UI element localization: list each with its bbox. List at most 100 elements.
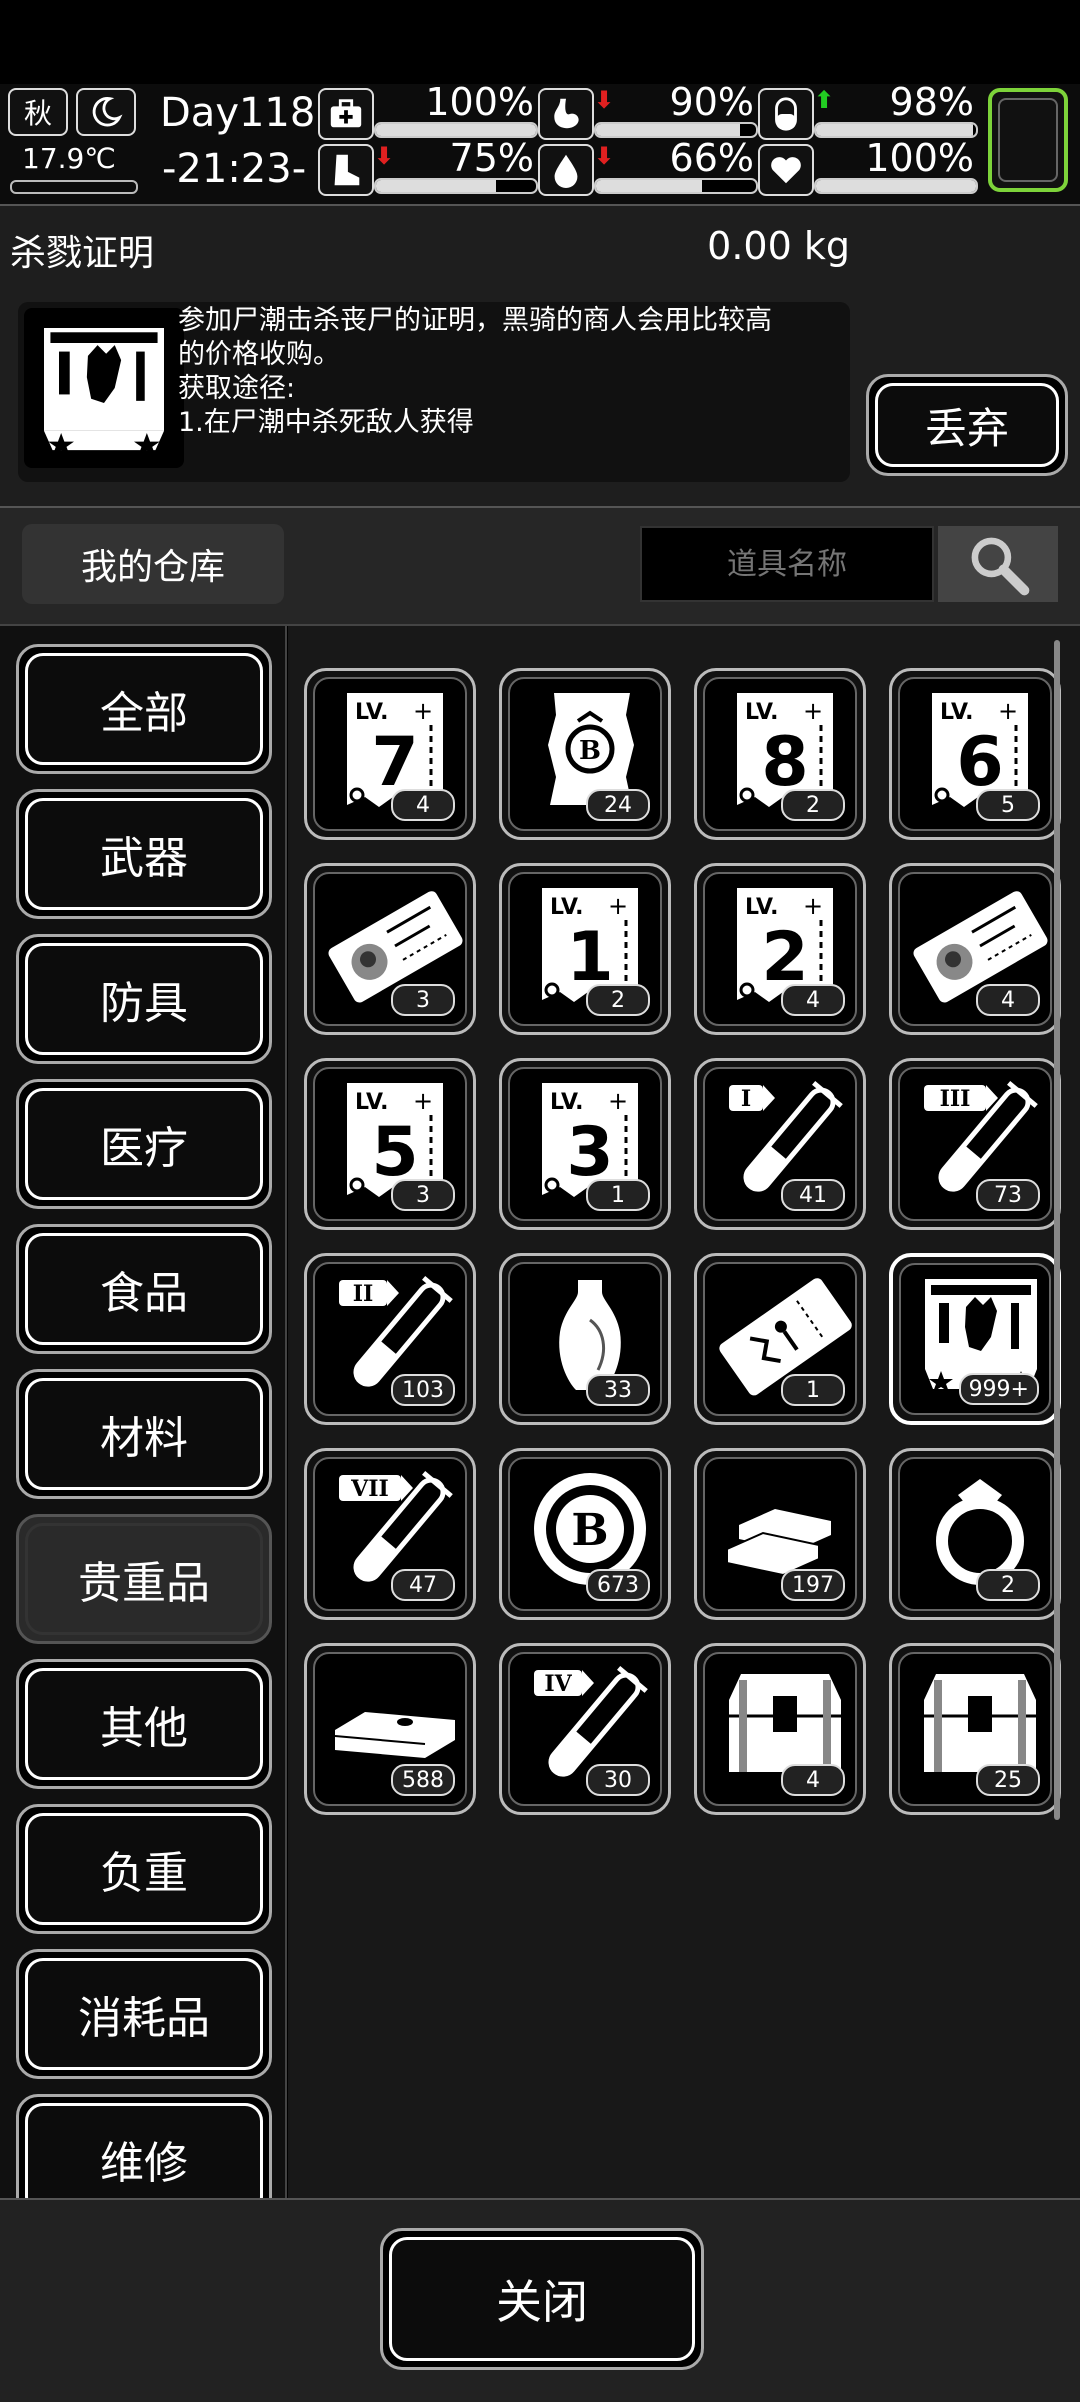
water-drop-icon <box>538 144 594 196</box>
item-detail-panel: 杀戮证明 0.00 kg 参加尸潮击杀丧尸的证明，黑骑的商人会用比较高 的价格收… <box>0 204 1080 508</box>
item-count: 5 <box>976 789 1040 821</box>
item-count: 1 <box>586 1179 650 1211</box>
clock: -21:23- <box>162 146 307 192</box>
category-tab[interactable]: 材料 <box>16 1369 272 1499</box>
item-count: 47 <box>391 1569 455 1601</box>
svg-text:+: + <box>608 892 628 920</box>
item-slot-ticket-face[interactable]: 4 <box>889 863 1061 1035</box>
item-count: 4 <box>781 1764 845 1796</box>
item-count: 4 <box>781 984 845 1016</box>
item-count: 4 <box>391 789 455 821</box>
item-slot-test-tube[interactable]: III 73 <box>889 1058 1061 1230</box>
stat-percent: 75% <box>449 136 534 180</box>
svg-text:+: + <box>803 697 823 725</box>
category-label: 武器 <box>25 798 263 910</box>
item-slot-frame: 2 <box>898 1457 1052 1611</box>
item-slot-chest[interactable]: 4 <box>694 1643 866 1815</box>
category-tab[interactable]: 食品 <box>16 1224 272 1354</box>
category-tab[interactable]: 全部 <box>16 644 272 774</box>
category-label: 消耗品 <box>25 1958 263 2070</box>
item-slot-vase[interactable]: 33 <box>499 1253 671 1425</box>
season-badge: 秋 <box>8 88 68 136</box>
stat-percent: 90% <box>669 80 754 124</box>
item-slot-test-tube[interactable]: II 103 <box>304 1253 476 1425</box>
item-count: 2 <box>976 1569 1040 1601</box>
svg-text:+: + <box>608 1087 628 1115</box>
item-slot-test-tube[interactable]: VII 47 <box>304 1448 476 1620</box>
item-slot-lv-scroll[interactable]: LV. +6 5 <box>889 668 1061 840</box>
svg-text:VII: VII <box>350 1476 389 1502</box>
item-slot-frame: 25 <box>898 1652 1052 1806</box>
item-count: 999+ <box>958 1373 1039 1405</box>
item-slot-lv-scroll[interactable]: LV. +3 1 <box>499 1058 671 1230</box>
pill-icon <box>758 88 814 140</box>
item-slot-frame: LV. +6 5 <box>898 677 1052 831</box>
item-slot-frame: LV. +2 4 <box>703 872 857 1026</box>
category-tab[interactable]: 武器 <box>16 789 272 919</box>
discard-button[interactable]: 丢弃 <box>866 374 1068 476</box>
svg-text:LV.: LV. <box>550 1090 584 1115</box>
bottom-bar: 关闭 <box>0 2198 1080 2402</box>
category-tab[interactable]: 消耗品 <box>16 1949 272 2079</box>
item-slot-lv-scroll[interactable]: LV. +5 3 <box>304 1058 476 1230</box>
item-slot-coin[interactable]: B 673 <box>499 1448 671 1620</box>
equipment-slot[interactable] <box>988 88 1068 192</box>
item-slot-cash[interactable]: 588 <box>304 1643 476 1815</box>
category-sidebar: 全部 武器 防具 医疗 食品 材料 贵重品 其他 负重 消耗品 维修 <box>0 626 287 2224</box>
item-slot-frame: 999+ <box>899 1263 1051 1415</box>
category-tab[interactable]: 其他 <box>16 1659 272 1789</box>
stat-bar-fill <box>376 180 496 192</box>
item-slot-frame: IV 30 <box>508 1652 662 1806</box>
svg-text:+: + <box>998 697 1018 725</box>
item-slot-frame: B 24 <box>508 677 662 831</box>
item-name: 杀戮证明 <box>10 233 155 274</box>
item-slot-frame: III 73 <box>898 1067 1052 1221</box>
item-count: 25 <box>976 1764 1040 1796</box>
category-label: 医疗 <box>25 1088 263 1200</box>
category-tab[interactable]: 负重 <box>16 1804 272 1934</box>
item-slot-test-tube[interactable]: I 41 <box>694 1058 866 1230</box>
close-label: 关闭 <box>389 2237 695 2361</box>
item-slot-frame: B 673 <box>508 1457 662 1611</box>
item-slot-frame: LV. +5 3 <box>313 1067 467 1221</box>
search-input[interactable] <box>640 526 934 602</box>
stat-percent: 98% <box>889 80 974 124</box>
item-slot-ring[interactable]: 2 <box>889 1448 1061 1620</box>
desc-line: 参加尸潮击杀丧尸的证明，黑骑的商人会用比较高 <box>178 305 772 336</box>
item-slot-ticket-figure[interactable]: 1 <box>694 1253 866 1425</box>
item-slot-frame: LV. +1 2 <box>508 872 662 1026</box>
item-weight: 0.00 kg <box>707 224 850 268</box>
temperature: 17.9℃ <box>22 142 116 175</box>
grid-scrollbar[interactable] <box>1054 640 1060 1820</box>
heart-icon <box>758 144 814 196</box>
item-slot-frame: LV. +8 2 <box>703 677 857 831</box>
item-slot-b-scroll[interactable]: B 24 <box>499 668 671 840</box>
item-slot-chest[interactable]: 25 <box>889 1643 1061 1815</box>
item-slot-lv-scroll[interactable]: LV. +8 2 <box>694 668 866 840</box>
item-slot-lv-scroll[interactable]: LV. +1 2 <box>499 863 671 1035</box>
item-grid: LV. +7 4 B 24 LV. +8 2 LV. +6 5 3 LV. +1 2 LV. +2 4 4 LV. +5… <box>288 626 1080 2198</box>
item-slot-lv-scroll[interactable]: LV. +2 4 <box>694 863 866 1035</box>
svg-text:LV.: LV. <box>940 700 974 725</box>
item-slot-frame: 4 <box>703 1652 857 1806</box>
category-label: 全部 <box>25 653 263 765</box>
close-button[interactable]: 关闭 <box>380 2228 704 2370</box>
item-slot-gold-bars[interactable]: 197 <box>694 1448 866 1620</box>
search-button[interactable] <box>938 526 1058 602</box>
desc-line: 获取途径: <box>178 373 296 404</box>
item-slot-frame: LV. +7 4 <box>313 677 467 831</box>
item-slot-test-tube[interactable]: IV 30 <box>499 1643 671 1815</box>
stat-bar-fill <box>816 180 976 192</box>
svg-text:I: I <box>741 1086 751 1112</box>
category-tab[interactable]: 防具 <box>16 934 272 1064</box>
item-slot-ticket-face[interactable]: 3 <box>304 863 476 1035</box>
category-tab[interactable]: 贵重品 <box>16 1514 272 1644</box>
item-count: 103 <box>391 1374 455 1406</box>
item-slot-kill-proof[interactable]: 999+ <box>889 1253 1061 1425</box>
category-tab[interactable]: 医疗 <box>16 1079 272 1209</box>
item-slot-lv-scroll[interactable]: LV. +7 4 <box>304 668 476 840</box>
search-icon <box>971 537 1030 596</box>
item-slot-frame: 197 <box>703 1457 857 1611</box>
item-description: 参加尸潮击杀丧尸的证明，黑骑的商人会用比较高 的价格收购。 获取途径: 1.在尸… <box>178 304 772 440</box>
moon-icon <box>76 88 136 136</box>
